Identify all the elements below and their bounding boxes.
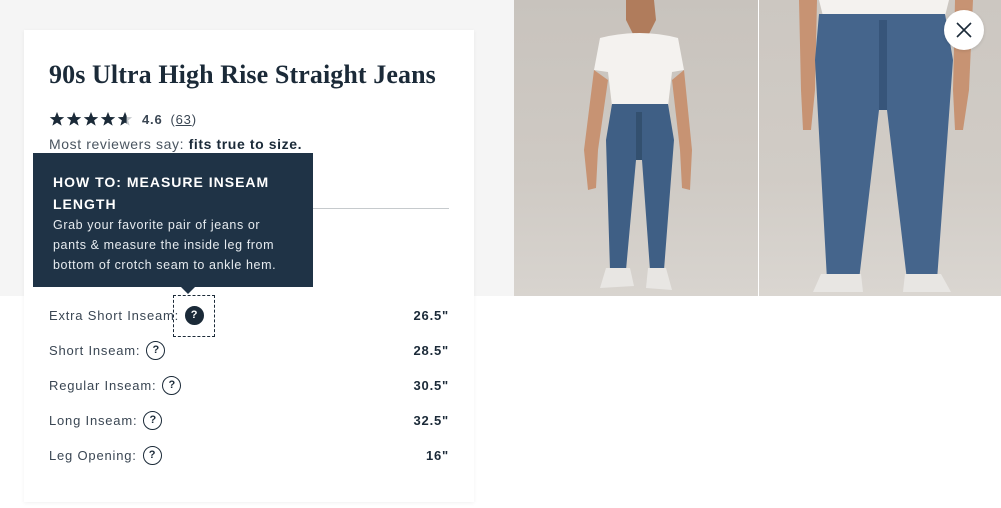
star-icon: [100, 112, 116, 126]
inseam-label: Extra Short Inseam:: [49, 308, 180, 323]
inseam-label: Short Inseam:: [49, 343, 141, 358]
question-icon[interactable]: ?: [162, 376, 182, 395]
fit-summary-prefix: Most reviewers say:: [49, 136, 185, 152]
inseam-value: 32.5": [413, 413, 449, 428]
inseam-list: Extra Short Inseam: ? 26.5" Short Inseam…: [49, 294, 449, 473]
help-focus-ring[interactable]: ?: [173, 294, 216, 337]
star-icon: [117, 112, 133, 126]
inseam-row-leg-opening: Leg Opening: ? 16": [49, 438, 449, 473]
rating-value: 4.6: [142, 111, 163, 127]
inseam-value: 30.5": [413, 378, 449, 393]
fit-summary: Most reviewers say: fits true to size.: [49, 136, 302, 152]
inseam-label: Long Inseam:: [49, 413, 138, 428]
star-rating: [49, 111, 134, 127]
inseam-row-short: Short Inseam: ? 28.5": [49, 333, 449, 368]
star-icon: [49, 112, 65, 126]
tooltip-title: HOW TO: MEASURE INSEAM LENGTH: [53, 174, 270, 212]
inseam-row-regular: Regular Inseam: ? 30.5": [49, 368, 449, 403]
inseam-value: 26.5": [413, 308, 449, 323]
rating-row: 4.6 (63): [49, 110, 197, 128]
question-icon[interactable]: ?: [184, 306, 204, 325]
question-icon[interactable]: ?: [142, 446, 162, 465]
question-icon[interactable]: ?: [146, 341, 166, 360]
fit-summary-value: fits true to size.: [188, 136, 303, 152]
question-icon[interactable]: ?: [143, 411, 163, 430]
model-illustration: [584, 0, 692, 290]
review-count[interactable]: 63: [176, 112, 192, 127]
inseam-help-tooltip: HOW TO: MEASURE INSEAM LENGTH Grab your …: [33, 153, 313, 294]
product-title: 90s Ultra High Rise Straight Jeans: [49, 60, 436, 89]
review-count-link[interactable]: (63): [170, 112, 196, 127]
inseam-label: Leg Opening:: [49, 448, 137, 463]
close-button[interactable]: [944, 10, 984, 50]
star-icon: [83, 112, 99, 126]
tooltip-arrow: [180, 286, 196, 294]
star-icon: [66, 112, 82, 126]
tooltip-body: Grab your favorite pair of jeans or pant…: [53, 218, 277, 272]
inseam-row-long: Long Inseam: ? 32.5": [49, 403, 449, 438]
inseam-value: 28.5": [413, 343, 449, 358]
inseam-value: 16": [425, 448, 449, 463]
inseam-row-extra-short: Extra Short Inseam: ? 26.5": [49, 294, 449, 337]
product-photo-front[interactable]: [514, 0, 758, 296]
close-icon: [956, 22, 972, 38]
inseam-label: Regular Inseam:: [49, 378, 157, 393]
